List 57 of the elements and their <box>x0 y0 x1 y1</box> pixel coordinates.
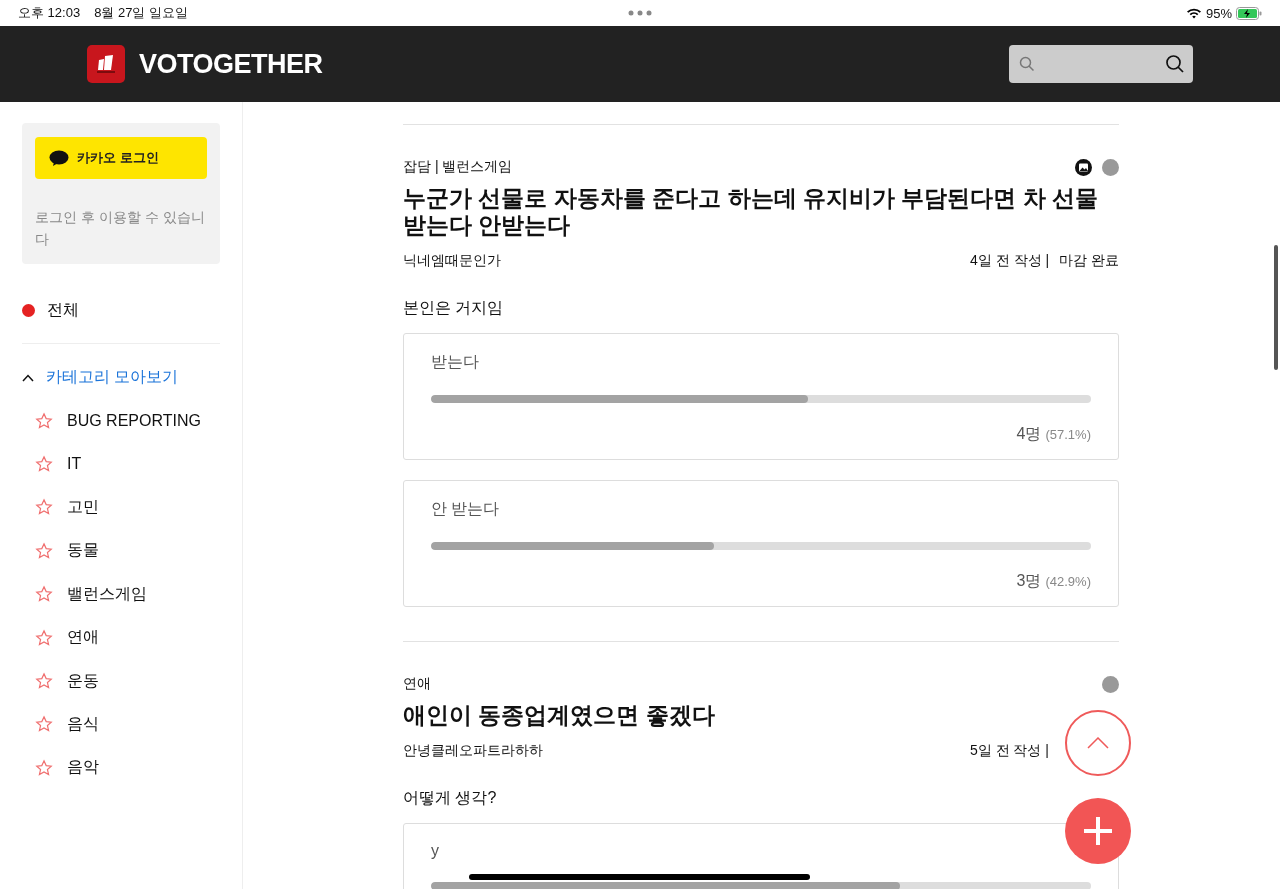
star-icon[interactable] <box>35 672 53 691</box>
post-question: 본인은 거지임 <box>403 298 505 318</box>
post-title[interactable]: 누군가 선물로 자동차를 준다고 하는데 유지비가 부담된다면 차 선물 받는다 안받는다 <box>403 185 1119 239</box>
category-item[interactable]: 밸런스게임 <box>67 583 147 605</box>
vote-percent: (57.1%) <box>1045 427 1091 442</box>
category-toggle[interactable]: 카테고리 모아보기 <box>46 367 179 388</box>
more-icon[interactable] <box>628 10 652 16</box>
post-title[interactable]: 애인이 동종업계였으면 좋겠다 <box>403 702 715 729</box>
vote-count: 4명 <box>1016 425 1042 442</box>
wifi-icon <box>1185 7 1202 19</box>
vote-option[interactable]: 안 받는다 3명 (42.9%) <box>403 480 1119 607</box>
post-time: 5일 전 작성 | <box>969 742 1049 760</box>
scrollbar[interactable] <box>1274 245 1278 370</box>
post-status: 마감 완료 <box>1059 252 1119 270</box>
battery-icon <box>1236 6 1262 20</box>
plus-icon <box>1082 815 1114 847</box>
category-item[interactable]: 음식 <box>67 713 99 735</box>
search-button[interactable] <box>1165 54 1185 74</box>
post-time: 4일 전 작성 | <box>970 252 1050 270</box>
chat-bubble-icon <box>49 149 69 167</box>
login-note: 로그인 후 이용할 수 있습니다 <box>35 208 206 249</box>
search-field[interactable] <box>1009 45 1193 83</box>
post-question: 어떻게 생각? <box>403 788 498 808</box>
vote-option[interactable]: 받는다 4명 (57.1%) <box>403 333 1119 460</box>
status-date: 8월 27일 일요일 <box>94 4 189 22</box>
star-icon[interactable] <box>35 628 53 647</box>
battery-percent: 95% <box>1205 5 1232 21</box>
star-icon[interactable] <box>35 585 53 604</box>
caret-icon[interactable] <box>22 373 34 382</box>
status-dot-icon <box>1102 158 1119 176</box>
chevron-up-icon <box>1087 737 1109 749</box>
category-item[interactable]: IT <box>67 455 82 474</box>
logo-icon <box>87 45 125 83</box>
category-item[interactable]: 동물 <box>67 540 99 562</box>
category-item[interactable]: 음악 <box>67 757 99 779</box>
star-icon[interactable] <box>35 455 53 474</box>
category-item[interactable]: 운동 <box>67 670 99 692</box>
category-item[interactable]: 고민 <box>67 496 99 518</box>
post-author: 안녕클레오파트라하하 <box>403 742 543 760</box>
all-category-item[interactable]: 전체 <box>47 300 79 321</box>
category-item[interactable]: BUG REPORTING <box>67 411 201 430</box>
star-icon[interactable] <box>35 541 53 560</box>
category-item[interactable]: 연애 <box>67 627 99 649</box>
search-icon <box>1019 56 1035 72</box>
status-time: 오후 12:03 <box>18 4 81 22</box>
logo-text[interactable]: VOTOGETHER <box>139 48 323 80</box>
star-icon[interactable] <box>35 715 53 734</box>
post-category: 잡담 | 밸런스게임 <box>403 158 514 176</box>
post-category: 연애 <box>403 675 432 693</box>
vote-count: 3명 <box>1016 572 1042 589</box>
star-icon[interactable] <box>35 411 53 430</box>
star-icon[interactable] <box>35 758 53 777</box>
post-author: 닉네엠때문인가 <box>403 252 501 270</box>
vote-percent: (42.9%) <box>1045 574 1091 589</box>
star-icon[interactable] <box>35 498 53 517</box>
kakao-login-button[interactable]: 카카오 로그인 <box>35 137 207 179</box>
status-dot-icon <box>1102 675 1119 693</box>
